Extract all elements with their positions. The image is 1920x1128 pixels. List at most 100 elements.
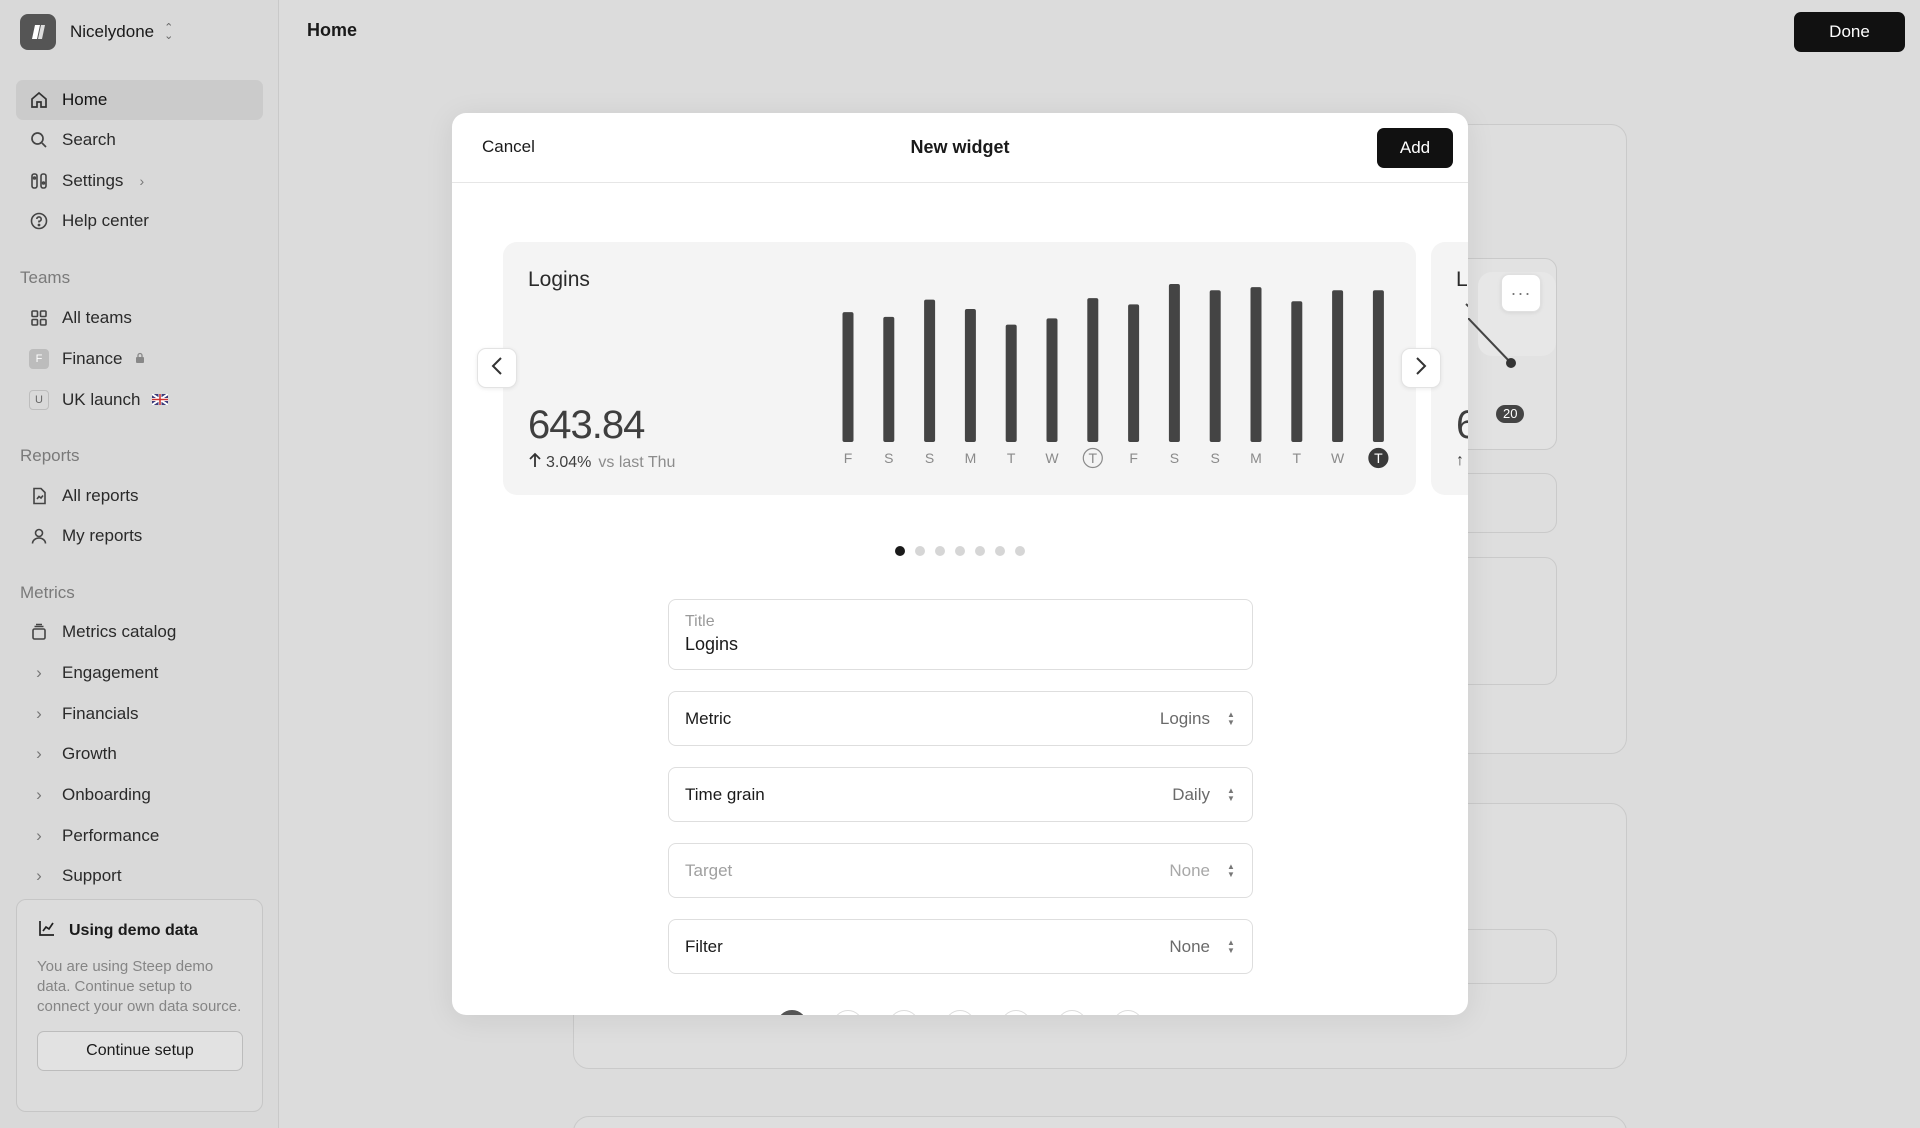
team-finance[interactable]: F Finance — [16, 339, 263, 379]
chart-bar — [1087, 298, 1099, 442]
teams-heading: Teams — [20, 268, 71, 287]
x-tick-label: T — [1374, 450, 1383, 466]
page-dot[interactable] — [1015, 546, 1025, 556]
next-button[interactable] — [1401, 348, 1441, 388]
reports-all-label: All reports — [62, 486, 139, 505]
time-grain-label: Time grain — [685, 784, 765, 804]
metrics-catalog[interactable]: Metrics catalog — [16, 612, 263, 652]
nav-search-label: Search — [62, 130, 116, 149]
option-circle[interactable] — [833, 1010, 863, 1015]
team-uk-badge: U — [29, 390, 49, 410]
chart-bar — [924, 299, 936, 442]
chevron-updown-icon: ▲ ▼ — [1227, 937, 1235, 955]
metrics-support[interactable]: › Support — [16, 856, 263, 896]
home-icon — [28, 89, 50, 111]
chevron-updown-icon: ▲ ▼ — [1227, 709, 1235, 727]
more-options-button[interactable]: ··· — [1501, 274, 1541, 312]
team-uk-launch[interactable]: U UK launch — [16, 380, 263, 420]
line-chart-icon — [37, 918, 57, 943]
cancel-button[interactable]: Cancel — [482, 137, 535, 157]
more-horizontal-icon: ··· — [1510, 282, 1532, 303]
org-logo — [20, 14, 56, 50]
chart-bar — [883, 316, 895, 442]
filter-select[interactable]: Filter None ▲ ▼ — [668, 919, 1253, 974]
demo-title: Using demo data — [69, 921, 198, 939]
uk-flag-icon — [151, 390, 170, 410]
time-grain-value: Daily — [1172, 784, 1210, 804]
metrics-heading: Metrics — [20, 583, 75, 602]
page-dot[interactable] — [955, 546, 965, 556]
nav-home[interactable]: Home — [16, 80, 263, 120]
chevron-right-icon: › — [139, 173, 145, 189]
help-icon — [28, 210, 50, 232]
x-tick-label: W — [1331, 450, 1345, 466]
nav-search[interactable]: Search — [16, 120, 263, 160]
option-circle[interactable] — [1057, 1010, 1087, 1015]
chart-bar — [1168, 284, 1180, 442]
add-button[interactable]: Add — [1377, 128, 1453, 168]
option-circle[interactable] — [1001, 1010, 1031, 1015]
time-grain-select[interactable]: Time grain Daily ▲ ▼ — [668, 767, 1253, 822]
team-finance-badge: F — [29, 349, 49, 369]
title-input[interactable] — [685, 634, 1225, 655]
chevron-right-icon: › — [36, 744, 42, 763]
page-dot[interactable] — [995, 546, 1005, 556]
team-all-label: All teams — [62, 308, 132, 327]
metrics-performance[interactable]: › Performance — [16, 816, 263, 856]
option-circle[interactable] — [945, 1010, 975, 1015]
chevron-updown-icon: ▲ ▼ — [1227, 785, 1235, 803]
chevron-updown-icon: ▲ ▼ — [1227, 861, 1235, 879]
chevron-left-icon — [491, 356, 503, 381]
chart-bar — [842, 312, 854, 442]
chart-bar — [1250, 287, 1262, 442]
user-icon — [28, 525, 50, 547]
modal-title: New widget — [910, 137, 1010, 157]
metric-select[interactable]: Metric Logins ▲ ▼ — [668, 691, 1253, 746]
target-select[interactable]: Target None ▲ ▼ — [668, 843, 1253, 898]
peek-line-tail — [1468, 318, 1516, 368]
nav-settings-label: Settings — [62, 171, 124, 190]
done-button[interactable]: Done — [1794, 12, 1905, 52]
settings-icon — [28, 170, 50, 192]
option-circle[interactable] — [889, 1010, 919, 1015]
team-all[interactable]: All teams — [16, 298, 263, 338]
x-tick-label: M — [965, 450, 977, 466]
metrics-onboarding[interactable]: › Onboarding — [16, 775, 263, 815]
chevron-right-icon: › — [36, 704, 42, 723]
option-circle[interactable] — [1113, 1010, 1143, 1015]
page-dot[interactable] — [975, 546, 985, 556]
metrics-engagement[interactable]: › Engagement — [16, 653, 263, 693]
chevron-right-icon: › — [36, 785, 42, 804]
team-uk-label: UK launch — [62, 390, 141, 409]
previous-button[interactable] — [477, 348, 517, 388]
option-circle[interactable] — [777, 1010, 807, 1015]
demo-description: You are using Steep demo data. Continue … — [37, 958, 242, 1015]
page-dot[interactable] — [935, 546, 945, 556]
chevron-right-icon — [1415, 356, 1427, 381]
reports-mine[interactable]: My reports — [16, 516, 263, 556]
x-tick-label: F — [1129, 450, 1138, 466]
metric-label: Metric — [685, 708, 732, 728]
chevron-right-icon: › — [36, 866, 42, 885]
target-label: Target — [685, 860, 733, 880]
page-dot[interactable] — [895, 546, 905, 556]
filter-value: None — [1169, 936, 1210, 956]
org-switcher[interactable]: Nicelydone ⌃ ⌄ — [20, 14, 173, 50]
page-dot[interactable] — [915, 546, 925, 556]
nav-help[interactable]: Help center — [16, 201, 263, 241]
metrics-financials[interactable]: › Financials — [16, 694, 263, 734]
chart-bar — [1372, 290, 1384, 442]
widget-value: 643.84 — [528, 403, 645, 447]
catalog-icon — [28, 621, 50, 643]
chart-bar — [1046, 318, 1058, 442]
title-field[interactable]: Title — [668, 599, 1253, 670]
reports-all[interactable]: All reports — [16, 476, 263, 516]
modal-header: New widget Cancel Add — [452, 113, 1468, 183]
metrics-growth[interactable]: › Growth — [16, 734, 263, 774]
x-tick-label: T — [1089, 450, 1098, 466]
team-finance-label: Finance — [62, 349, 123, 368]
metrics-onboarding-label: Onboarding — [62, 785, 151, 804]
delta-value: 3.04% — [546, 453, 592, 471]
nav-settings[interactable]: Settings › — [16, 161, 263, 201]
continue-setup-button[interactable]: Continue setup — [37, 1031, 243, 1071]
